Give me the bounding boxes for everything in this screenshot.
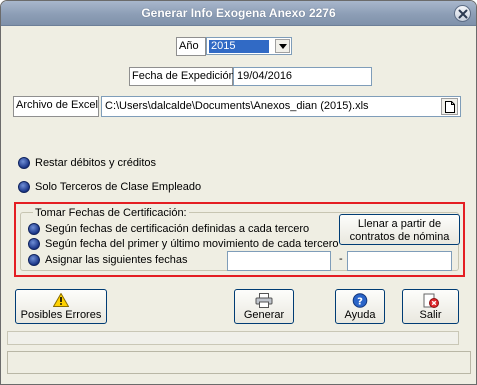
date-from-input[interactable] <box>227 251 331 271</box>
progress-bar <box>7 331 459 345</box>
status-bar <box>7 351 471 374</box>
radio-button[interactable] <box>28 254 40 266</box>
possible-errors-button[interactable]: Posibles Errores <box>15 289 107 324</box>
dialog-window: Generar Info Exogena Anexo 2276 Año 2015… <box>0 0 477 385</box>
file-icon <box>445 101 455 113</box>
exit-button[interactable]: Salir <box>402 289 459 324</box>
certification-dates-group: Tomar Fechas de Certificación: Según fec… <box>14 202 465 277</box>
generate-label: Generar <box>243 309 285 321</box>
fill-button-line1: Llenar a partir de <box>357 218 442 230</box>
year-select[interactable]: 2015 <box>206 37 292 55</box>
help-label: Ayuda <box>344 309 376 321</box>
close-button[interactable] <box>454 5 471 22</box>
date-to-input[interactable] <box>347 251 452 271</box>
excel-file-input[interactable]: C:\Users\dalcalde\Documents\Anexos_dian … <box>101 96 461 117</box>
cert-option-asignar-label: Asignar las siguientes fechas <box>45 254 188 266</box>
warning-icon <box>53 293 69 307</box>
restar-option-label: Restar débitos y créditos <box>35 157 157 169</box>
year-select-value: 2015 <box>209 40 269 53</box>
exit-label: Salir <box>419 309 442 321</box>
chevron-down-icon <box>279 44 287 49</box>
cert-option-per-tercero-label: Según fechas de certificación definidas … <box>45 223 310 235</box>
cert-option-movimiento-label: Según fecha del primer y último movimien… <box>45 238 339 250</box>
help-icon: ? <box>352 293 368 308</box>
exit-icon <box>423 293 439 308</box>
printer-icon <box>255 293 273 308</box>
fill-button-line2: contratos de nómina <box>349 231 450 243</box>
year-label: Año <box>176 37 206 56</box>
expedition-date-input[interactable]: 19/04/2016 <box>233 67 372 86</box>
fill-from-payroll-button[interactable]: Llenar a partir de contratos de nómina <box>339 214 460 245</box>
possible-errors-label: Posibles Errores <box>20 309 102 321</box>
expedition-date-label: Fecha de Expedición <box>129 67 235 86</box>
year-dropdown-button[interactable] <box>275 39 290 53</box>
radio-button[interactable] <box>28 223 40 235</box>
title-bar[interactable]: Generar Info Exogena Anexo 2276 <box>1 1 476 26</box>
help-button[interactable]: ? Ayuda <box>335 289 385 324</box>
radio-button[interactable] <box>18 157 30 169</box>
radio-button[interactable] <box>18 181 30 193</box>
svg-text:?: ? <box>357 297 363 308</box>
close-icon <box>458 9 468 19</box>
window-title: Generar Info Exogena Anexo 2276 <box>141 6 336 20</box>
browse-file-button[interactable] <box>441 98 458 115</box>
date-range-separator: - <box>339 253 343 265</box>
certification-dates-legend: Tomar Fechas de Certificación: <box>33 207 189 219</box>
radio-button[interactable] <box>28 238 40 250</box>
excel-file-label: Archivo de Excel <box>13 96 99 117</box>
generate-button[interactable]: Generar <box>234 289 294 324</box>
solo-terceros-option-label: Solo Terceros de Clase Empleado <box>35 181 202 193</box>
